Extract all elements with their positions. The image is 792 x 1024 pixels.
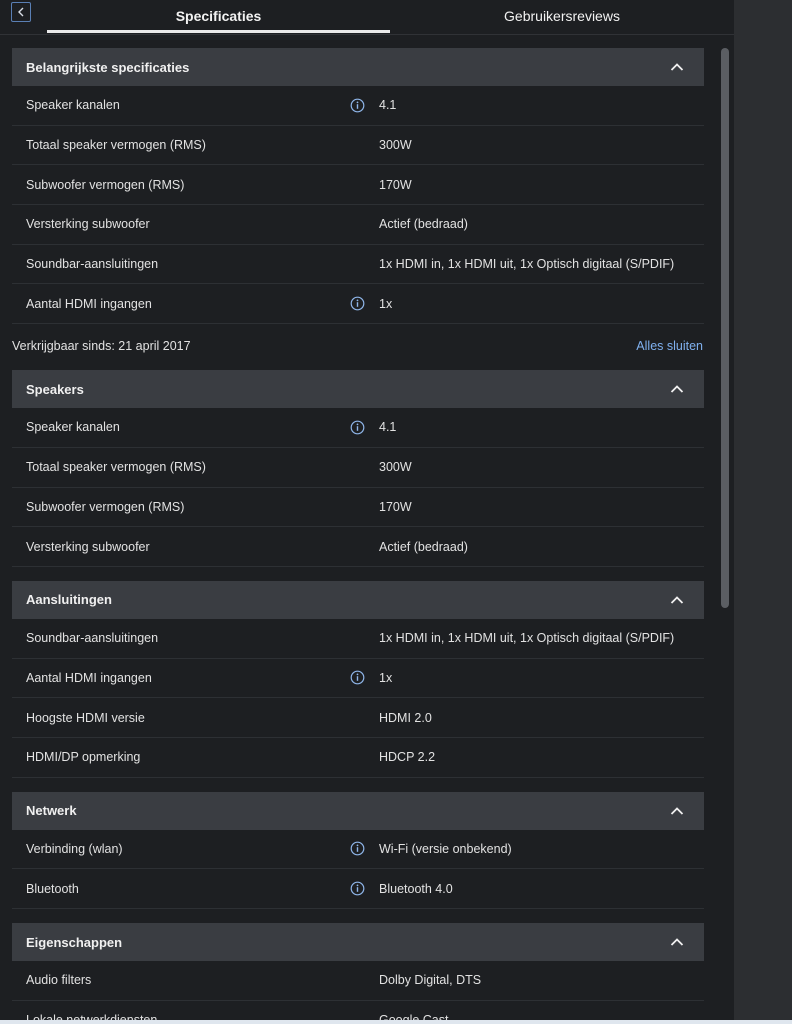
- info-icon[interactable]: [350, 670, 365, 685]
- section-header[interactable]: Aansluitingen: [12, 580, 704, 619]
- section-header[interactable]: Eigenschappen: [12, 923, 704, 961]
- availability-row: Verkrijgbaar sinds: 21 april 2017 Alles s…: [12, 324, 704, 368]
- spec-label: Versterking subwoofer: [26, 217, 150, 232]
- spec-label: HDMI/DP opmerking: [26, 750, 141, 765]
- section-header[interactable]: Netwerk: [12, 791, 704, 830]
- spec-label: Aantal HDMI ingangen: [26, 670, 152, 685]
- spec-row: Soundbar-aansluitingen 1x HDMI in, 1x HDM…: [12, 245, 704, 285]
- tab-bar: Specificaties Gebruikersreviews: [0, 0, 734, 35]
- spec-row: Audio filters Dolby Digital, DTS: [12, 961, 704, 1001]
- spec-row: Hoogste HDMI versie HDMI 2.0: [12, 698, 704, 738]
- spec-label: Totaal speaker vermogen (RMS): [26, 460, 206, 475]
- availability-date: Verkrijgbaar sinds: 21 april 2017: [12, 339, 191, 354]
- spec-row: Aantal HDMI ingangen 1x: [12, 659, 704, 699]
- spec-row: Soundbar-aansluitingen 1x HDMI in, 1x HDM…: [12, 619, 704, 659]
- spec-value: Actief (bedraad): [379, 217, 468, 232]
- spec-value: 1x HDMI in, 1x HDMI uit, 1x Optisch digi…: [379, 631, 675, 646]
- info-icon[interactable]: [350, 98, 365, 113]
- section-header[interactable]: Belangrijkste specificaties: [12, 48, 704, 86]
- section-header[interactable]: Speakers: [12, 370, 704, 409]
- spec-value: 1x HDMI in, 1x HDMI uit, 1x Optisch digi…: [379, 257, 675, 272]
- back-button[interactable]: [11, 2, 31, 22]
- chevron-up-icon: [670, 596, 684, 604]
- spec-row: Totaal speaker vermogen (RMS) 300W: [12, 448, 704, 488]
- tab-specificaties[interactable]: Specificaties: [47, 0, 390, 31]
- chevron-up-icon: [670, 385, 684, 393]
- spec-row: Speaker kanalen 4.1: [12, 408, 704, 448]
- spec-label: Bluetooth: [26, 881, 79, 896]
- spec-value: 4.1: [379, 98, 397, 113]
- spec-row: Speaker kanalen 4.1: [12, 86, 704, 126]
- spec-value: 170W: [379, 177, 412, 192]
- spec-label: Hoogste HDMI versie: [26, 710, 145, 725]
- spec-value: 170W: [379, 499, 412, 514]
- section-title: Eigenschappen: [26, 934, 123, 950]
- spec-section: Belangrijkste specificaties Speaker kanal…: [12, 48, 704, 325]
- spec-label: Speaker kanalen: [26, 420, 120, 435]
- section-title: Aansluitingen: [26, 592, 112, 608]
- spec-section: Speakers Speaker kanalen 4.1 Totaal speaker…: [12, 370, 704, 567]
- spec-section: Netwerk Verbinding (wlan) Wi-Fi (versie on…: [12, 791, 704, 909]
- spec-label: Subwoofer vermogen (RMS): [26, 177, 185, 192]
- close-all-link[interactable]: Alles sluiten: [636, 339, 703, 353]
- spec-row: Subwoofer vermogen (RMS) 170W: [12, 488, 704, 528]
- section-title: Belangrijkste specificaties: [26, 59, 190, 75]
- spec-section: Aansluitingen Soundbar-aansluitingen 1x HD…: [12, 580, 704, 778]
- bottom-strip: [0, 1020, 792, 1024]
- active-tab-indicator: [47, 30, 390, 33]
- chevron-up-icon: [670, 938, 684, 946]
- spec-label: Soundbar-aansluitingen: [26, 631, 159, 646]
- spec-label: Subwoofer vermogen (RMS): [26, 499, 185, 514]
- spec-row: Aantal HDMI ingangen 1x: [12, 284, 704, 325]
- spec-value: Dolby Digital, DTS: [379, 973, 482, 988]
- info-icon[interactable]: [350, 881, 365, 896]
- info-icon[interactable]: [350, 420, 365, 435]
- spec-value: 1x: [379, 296, 393, 311]
- chevron-up-icon: [670, 806, 684, 815]
- tab-gebruikersreviews[interactable]: Gebruikersreviews: [390, 0, 734, 31]
- spec-row: HDMI/DP opmerking HDCP 2.2: [12, 738, 704, 778]
- spec-row: Bluetooth Bluetooth 4.0: [12, 869, 704, 909]
- spec-label: Lokale netwerkdiensten: [26, 1001, 157, 1020]
- spec-row: Versterking subwoofer Actief (bedraad): [12, 527, 704, 567]
- spec-panel: Specificaties Gebruikersreviews Belangri…: [0, 0, 734, 1020]
- spec-row: Lokale netwerkdiensten Google Cast: [12, 1001, 704, 1020]
- spec-value: 300W: [379, 460, 412, 475]
- chevron-up-icon: [670, 63, 684, 71]
- spec-row: Subwoofer vermogen (RMS) 170W: [12, 165, 704, 206]
- spec-label: Versterking subwoofer: [26, 539, 150, 554]
- spec-label: Verbinding (wlan): [26, 841, 123, 856]
- spec-row: Versterking subwoofer Actief (bedraad): [12, 205, 704, 245]
- spec-value: Bluetooth 4.0: [379, 881, 453, 896]
- spec-value: 300W: [379, 138, 412, 153]
- spec-label: Totaal speaker vermogen (RMS): [26, 138, 206, 153]
- spec-value: HDCP 2.2: [379, 750, 436, 765]
- info-icon[interactable]: [350, 841, 365, 856]
- spec-value: Actief (bedraad): [379, 539, 468, 554]
- section-title: Netwerk: [26, 803, 77, 819]
- spec-row: Verbinding (wlan) Wi-Fi (versie onbekend): [12, 830, 704, 870]
- spec-label: Speaker kanalen: [26, 98, 120, 113]
- spec-section: Eigenschappen Audio filters Dolby Digital,…: [12, 923, 704, 1020]
- section-title: Speakers: [26, 381, 84, 397]
- spec-value: 1x: [379, 670, 393, 685]
- spec-content: Belangrijkste specificaties Speaker kanal…: [12, 48, 704, 1020]
- spec-label: Soundbar-aansluitingen: [26, 257, 159, 272]
- right-gutter: [734, 0, 792, 1024]
- spec-label: Audio filters: [26, 973, 92, 988]
- spec-label: Aantal HDMI ingangen: [26, 296, 152, 311]
- spec-value: Google Cast: [379, 1001, 448, 1020]
- chevron-left-icon: [18, 7, 24, 17]
- spec-row: Totaal speaker vermogen (RMS) 300W: [12, 126, 704, 166]
- spec-value: HDMI 2.0: [379, 710, 432, 725]
- spec-value: 4.1: [379, 420, 397, 435]
- info-icon[interactable]: [350, 296, 365, 311]
- scrollbar-thumb[interactable]: [721, 48, 729, 608]
- spec-value: Wi-Fi (versie onbekend): [379, 841, 512, 856]
